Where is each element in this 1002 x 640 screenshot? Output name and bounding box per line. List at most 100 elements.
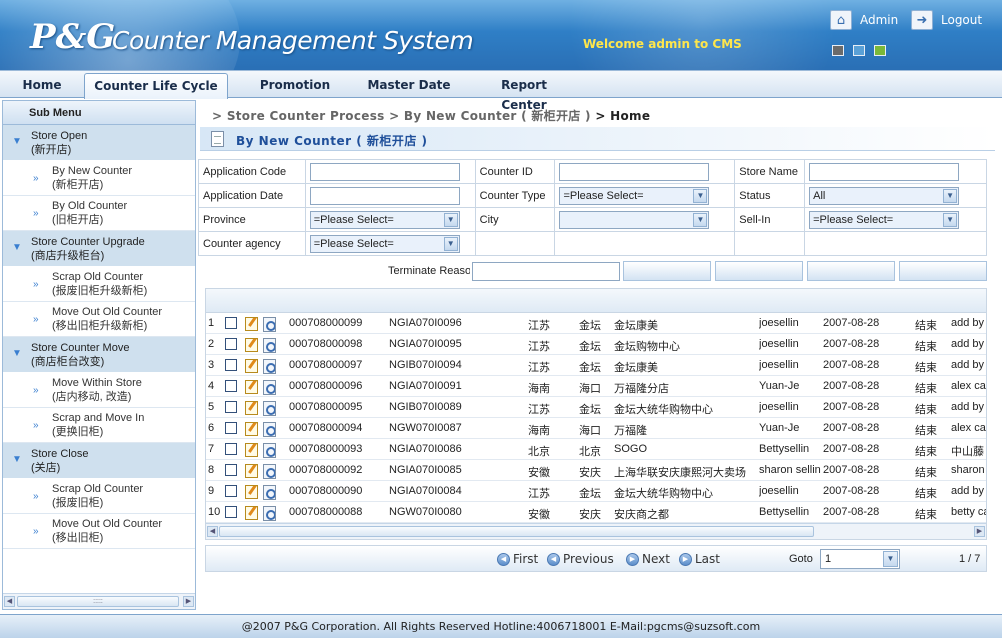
view-detail-icon[interactable] — [263, 443, 276, 458]
table-row[interactable]: 4 000708000096 NGIA070I0091 海南 海口 万福隆分店 Yuan-J… — [206, 376, 986, 397]
edit-icon[interactable] — [245, 485, 258, 499]
edit-icon[interactable] — [245, 317, 258, 331]
counter-id-input[interactable] — [559, 162, 710, 181]
row-checkbox[interactable] — [225, 443, 237, 455]
edit-icon[interactable] — [245, 359, 258, 373]
scroll-right-icon[interactable]: ▶ — [974, 526, 985, 537]
edit-icon[interactable] — [245, 422, 258, 436]
row-checkbox[interactable] — [225, 464, 237, 476]
scroll-right-icon[interactable]: ▶ — [183, 596, 194, 607]
sidebar-item-move-within-store[interactable]: » Move Within Store (店内移动, 改造) — [3, 373, 195, 408]
edit-icon[interactable] — [245, 443, 258, 457]
table-row[interactable]: 8 000708000092 NGIA070I0085 安徽 安庆 上海华联安庆康熙河大卖… — [206, 460, 986, 481]
sidebar-group-counter-upgrade[interactable]: ▼ Store Counter Upgrade (商店升级柜台) — [3, 231, 195, 267]
table-row[interactable]: 5 000708000095 NGIB070I0089 江苏 金坛 金坛大统华购物中心 jo… — [206, 397, 986, 418]
sidebar-item-by-old-counter[interactable]: » By Old Counter (旧柜开店) — [3, 196, 195, 231]
edit-icon[interactable] — [245, 338, 258, 352]
edit-icon[interactable] — [245, 464, 258, 478]
sidebar-item-close-scrap-old-counter[interactable]: » Scrap Old Counter (报废旧柜) — [3, 479, 195, 514]
goto-page-select[interactable]: 1 ▼ — [820, 549, 900, 569]
status-select[interactable]: All ▼ — [809, 186, 960, 205]
first-page-button[interactable]: ◀ First — [497, 552, 538, 566]
application-date-input[interactable] — [309, 186, 460, 205]
sidebar-group-store-close[interactable]: ▼ Store Close (关店) — [3, 443, 195, 479]
counter-agency-select[interactable]: =Please Select= ▼ — [309, 234, 460, 253]
sidebar-group-counter-move[interactable]: ▼ Store Counter Move (商店柜台改变) — [3, 337, 195, 373]
table-row[interactable]: 10 000708000088 NGW070I0080 安徽 安庆 安庆商之都 Bettys… — [206, 502, 986, 523]
logout-button[interactable]: ➜ Logout — [911, 10, 982, 30]
next-page-button[interactable]: ▶ Next — [626, 552, 670, 566]
tab-master-date[interactable]: Master Date — [362, 75, 456, 99]
city-cell: 安庆 — [579, 467, 601, 479]
view-detail-icon[interactable] — [263, 317, 276, 332]
view-detail-icon[interactable] — [263, 422, 276, 437]
table-row[interactable]: 9 000708000090 NGIA070I0084 江苏 金坛 金坛大统华购物中心 jo… — [206, 481, 986, 502]
store-name-input[interactable] — [809, 162, 960, 181]
view-detail-icon[interactable] — [263, 380, 276, 395]
theme-swatch-gray[interactable] — [832, 45, 844, 56]
tab-report-center[interactable]: Report Center — [478, 75, 570, 112]
row-checkbox[interactable] — [225, 317, 237, 329]
sidebar-item-scrap-old-counter[interactable]: » Scrap Old Counter (报废旧柜升级新柜) — [3, 267, 195, 302]
view-detail-icon[interactable] — [263, 338, 276, 353]
province-select[interactable]: =Please Select= ▼ — [309, 210, 460, 229]
view-detail-icon[interactable] — [263, 485, 276, 500]
sidebar-horizontal-scrollbar[interactable]: ◀ ::::: ▶ — [3, 593, 195, 609]
breadcrumb-by-new-counter[interactable]: > By New Counter ( 新柜开店 ) — [389, 109, 591, 123]
table-row[interactable]: 3 000708000097 NGIB070I0094 江苏 金坛 金坛康美 joesell… — [206, 355, 986, 376]
sidebar-item-by-new-counter[interactable]: » By New Counter (新柜开店) — [3, 161, 195, 196]
terminate-reason-input[interactable] — [472, 262, 620, 281]
city-cell: 金坛 — [579, 362, 601, 374]
row-checkbox[interactable] — [225, 380, 237, 392]
edit-icon[interactable] — [245, 401, 258, 415]
action-button-4[interactable] — [899, 261, 987, 281]
row-checkbox[interactable] — [225, 359, 237, 371]
theme-swatch-green[interactable] — [874, 45, 886, 56]
row-checkbox[interactable] — [225, 485, 237, 497]
action-button-2[interactable] — [715, 261, 803, 281]
edit-icon[interactable] — [245, 506, 258, 520]
previous-page-button[interactable]: ◀ Previous — [547, 552, 614, 566]
sidebar-item-move-out-old-counter[interactable]: » Move Out Old Counter (移出旧柜升级新柜) — [3, 302, 195, 337]
scroll-left-icon[interactable]: ◀ — [4, 596, 15, 607]
chevron-down-icon: ▼ — [12, 242, 22, 253]
city-select[interactable]: ▼ — [559, 210, 710, 229]
row-checkbox[interactable] — [225, 401, 237, 413]
sidebar: Sub Menu ▼ Store Open (新开店) » By New Cou… — [2, 100, 196, 610]
view-detail-icon[interactable] — [263, 464, 276, 479]
grid-horizontal-scrollbar[interactable]: ◀ ▶ — [206, 523, 986, 539]
tab-home[interactable]: Home — [12, 75, 72, 99]
last-page-button[interactable]: ▶ Last — [679, 552, 720, 566]
application-code-input[interactable] — [309, 162, 460, 181]
row-checkbox[interactable] — [225, 506, 237, 518]
sidebar-item-close-move-out-old-counter[interactable]: » Move Out Old Counter (移出旧柜) — [3, 514, 195, 549]
row-checkbox[interactable] — [225, 338, 237, 350]
sell-in-select[interactable]: =Please Select= ▼ — [809, 210, 960, 229]
table-row[interactable]: 1 000708000099 NGIA070I0096 江苏 金坛 金坛康美 joesell… — [206, 313, 986, 334]
view-detail-icon[interactable] — [263, 506, 276, 521]
tab-counter-life-cycle[interactable]: Counter Life Cycle — [84, 73, 228, 99]
admin-button[interactable]: ⌂ Admin — [830, 10, 898, 30]
home-icon: ⌂ — [830, 10, 852, 30]
search-form: Application Code Counter ID Store Name A… — [198, 159, 987, 256]
edit-icon[interactable] — [245, 380, 258, 394]
scrollbar-thumb[interactable] — [219, 526, 814, 537]
counter-type-select[interactable]: =Please Select= ▼ — [559, 186, 710, 205]
view-detail-icon[interactable] — [263, 359, 276, 374]
last-page-icon: ▶ — [679, 552, 692, 566]
table-row[interactable]: 2 000708000098 NGIA070I0095 江苏 金坛 金坛购物中心 joese… — [206, 334, 986, 355]
action-button-3[interactable] — [807, 261, 895, 281]
view-detail-icon[interactable] — [263, 401, 276, 416]
theme-swatch-blue[interactable] — [853, 45, 865, 56]
sidebar-item-scrap-and-move-in[interactable]: » Scrap and Move In (更换旧柜) — [3, 408, 195, 443]
scrollbar-thumb[interactable]: ::::: — [17, 596, 179, 607]
row-number: 7 — [208, 443, 215, 455]
row-checkbox[interactable] — [225, 422, 237, 434]
action-button-1[interactable] — [623, 261, 711, 281]
breadcrumb-store-counter-process[interactable]: > Store Counter Process — [212, 109, 385, 123]
table-row[interactable]: 7 000708000093 NGIA070I0086 北京 北京 SOGO Bettyse… — [206, 439, 986, 460]
scroll-left-icon[interactable]: ◀ — [207, 526, 218, 537]
tab-promotion[interactable]: Promotion — [252, 75, 338, 99]
table-row[interactable]: 6 000708000094 NGW070I0087 海南 海口 万福隆 Yuan-Je 20… — [206, 418, 986, 439]
sidebar-group-store-open[interactable]: ▼ Store Open (新开店) — [3, 125, 195, 161]
